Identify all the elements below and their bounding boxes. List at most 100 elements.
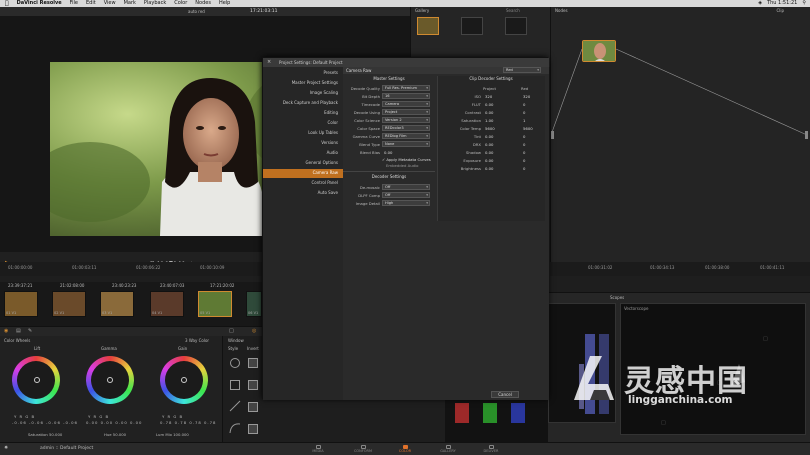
- saturation-value[interactable]: Saturation 50.000: [28, 432, 62, 437]
- clip-thumb-5[interactable]: 05 V1: [198, 291, 232, 317]
- decode-quality-select[interactable]: Full Res. Premium: [382, 85, 430, 91]
- menu-edit[interactable]: Edit: [82, 0, 100, 7]
- nav-audio[interactable]: Audio: [327, 150, 338, 155]
- clip-row-project-value[interactable]: 0.00: [485, 142, 493, 147]
- timeline-ruler-right[interactable]: 01:00:31:02 01:00:34:13 01:00:38:00 01:0…: [550, 262, 810, 276]
- bit-depth-select[interactable]: 16: [382, 93, 430, 99]
- dlpf-comp-select[interactable]: Off: [382, 192, 430, 198]
- lift-wheel-handle[interactable]: [34, 377, 40, 383]
- embedded-audio-checkbox[interactable]: Embedded Audio: [386, 163, 418, 168]
- polygon-window-icon[interactable]: [229, 400, 241, 412]
- clip-row-red-value[interactable]: 0: [523, 150, 525, 155]
- cancel-button[interactable]: Cancel: [491, 391, 519, 398]
- clip-row-project-value[interactable]: 5600: [485, 126, 495, 131]
- wifi-icon[interactable]: ◈: [758, 0, 762, 7]
- lift-values[interactable]: -0.06 -0.06 -0.06 -0.06: [12, 420, 78, 425]
- color-wheels-palette-icon[interactable]: ◉: [4, 328, 8, 334]
- clip-row-red-value[interactable]: 0: [523, 102, 525, 107]
- gamma-values[interactable]: 0.00 0.00 0.00 0.00: [86, 420, 142, 425]
- clip-row-red-value[interactable]: 320: [523, 94, 530, 99]
- gallery-still-3[interactable]: [505, 17, 527, 35]
- qualifier-palette-icon[interactable]: ✎: [28, 328, 32, 334]
- raw-profile-select[interactable]: Red: [503, 67, 541, 73]
- page-gallery[interactable]: GALLERY: [433, 445, 463, 455]
- clip-row-red-value[interactable]: 5600: [523, 126, 533, 131]
- curve-window-icon[interactable]: [229, 422, 241, 434]
- curves-palette-icon[interactable]: ▤: [16, 328, 21, 334]
- decode-using-select[interactable]: Project: [382, 109, 430, 115]
- clip-row-red-value[interactable]: 0: [523, 110, 525, 115]
- blend-type-select[interactable]: None: [382, 141, 430, 147]
- lum-mix-value[interactable]: Lum Mix 100.000: [156, 432, 189, 437]
- clip-row-project-value[interactable]: 0.00: [485, 158, 493, 163]
- clip-row-project-value[interactable]: 0.00: [485, 166, 493, 171]
- circle-window-icon[interactable]: [230, 358, 240, 368]
- nav-presets[interactable]: Presets: [323, 70, 338, 75]
- close-icon[interactable]: ×: [267, 58, 271, 67]
- nav-camera-raw[interactable]: Camera Raw: [313, 170, 338, 175]
- timeline-ruler[interactable]: 01:00:00:00 01:00:03:11 01:00:06:22 01:0…: [0, 262, 270, 276]
- menu-view[interactable]: View: [100, 0, 120, 7]
- clip-thumb-1[interactable]: 01 V1: [4, 291, 38, 317]
- menu-nodes[interactable]: Nodes: [191, 0, 215, 7]
- clip-row-red-value[interactable]: 1: [523, 118, 525, 123]
- linear-invert-toggle[interactable]: [248, 380, 258, 390]
- page-conform[interactable]: CONFORM: [348, 445, 378, 455]
- menu-mark[interactable]: Mark: [120, 0, 140, 7]
- clip-row-project-value[interactable]: 0.00: [485, 134, 493, 139]
- menu-app-name[interactable]: DaVinci Resolve: [13, 0, 66, 7]
- page-media[interactable]: MEDIA: [303, 445, 333, 455]
- nav-control-panel[interactable]: Control Panel: [311, 180, 338, 185]
- serial-node-01[interactable]: [582, 40, 616, 62]
- menu-help[interactable]: Help: [215, 0, 234, 7]
- tracker-palette-icon[interactable]: ◎: [252, 328, 256, 334]
- demosaic-select[interactable]: Off: [382, 184, 430, 190]
- page-color[interactable]: COLOR: [390, 445, 420, 455]
- apple-icon[interactable]: : [0, 0, 13, 7]
- menu-color[interactable]: Color: [170, 0, 191, 7]
- clip-thumb-2[interactable]: 02 V1: [52, 291, 86, 317]
- nav-deck-capture[interactable]: Deck Capture and Playback: [283, 100, 338, 105]
- image-detail-select[interactable]: High: [382, 200, 430, 206]
- gain-values[interactable]: 0.78 0.78 0.78 0.78: [160, 420, 216, 425]
- clip-thumb-3[interactable]: 03 V1: [100, 291, 134, 317]
- clip-row-red-value[interactable]: 0: [523, 142, 525, 147]
- gamma-curve-select[interactable]: REDlog Film: [382, 133, 430, 139]
- curve-invert-toggle[interactable]: [248, 424, 258, 434]
- apply-metadata-checkbox[interactable]: ✓ Apply Metadata Curves: [382, 157, 431, 162]
- clip-row-red-value[interactable]: 0: [523, 166, 525, 171]
- polygon-invert-toggle[interactable]: [248, 402, 258, 412]
- nav-look-up-tables[interactable]: Look Up Tables: [308, 130, 338, 135]
- page-deliver[interactable]: DELIVER: [476, 445, 506, 455]
- menu-playback[interactable]: Playback: [140, 0, 170, 7]
- clip-row-project-value[interactable]: 0.00: [485, 102, 493, 107]
- clip-row-project-value[interactable]: 0.00: [485, 110, 493, 115]
- menu-file[interactable]: File: [66, 0, 82, 7]
- menubar-clock[interactable]: Thu 1:51:21: [767, 0, 797, 7]
- clip-row-red-value[interactable]: 0: [523, 158, 525, 163]
- linear-window-icon[interactable]: [230, 380, 240, 390]
- wheels-mode-select[interactable]: 3 Way Color: [185, 338, 209, 343]
- nav-auto-save[interactable]: Auto Save: [318, 190, 338, 195]
- clip-row-red-value[interactable]: 0: [523, 134, 525, 139]
- gallery-still-1[interactable]: [417, 17, 439, 35]
- spotlight-icon[interactable]: ⚲: [802, 0, 806, 7]
- gallery-search[interactable]: Search: [506, 8, 520, 13]
- clip-row-project-value[interactable]: 320: [485, 94, 492, 99]
- gamma-wheel-handle[interactable]: [107, 377, 113, 383]
- window-palette-icon[interactable]: □: [229, 328, 234, 334]
- nav-editing[interactable]: Editing: [324, 110, 338, 115]
- circle-invert-toggle[interactable]: [248, 358, 258, 368]
- hue-value[interactable]: Hue 50.000: [104, 432, 126, 437]
- blend-bias-value[interactable]: 0.00: [384, 150, 392, 155]
- clip-thumb-4[interactable]: 04 V1: [150, 291, 184, 317]
- nav-versions[interactable]: Versions: [321, 140, 338, 145]
- clip-row-project-value[interactable]: 0.00: [485, 150, 493, 155]
- nav-master-project-settings[interactable]: Master Project Settings: [292, 80, 338, 85]
- nav-color[interactable]: Color: [328, 120, 338, 125]
- nav-image-scaling[interactable]: Image Scaling: [310, 90, 338, 95]
- clip-thumb-6[interactable]: 06 V1: [246, 291, 262, 317]
- gain-wheel-handle[interactable]: [181, 377, 187, 383]
- clip-row-project-value[interactable]: 1.00: [485, 118, 493, 123]
- color-space-select[interactable]: REDcolor3: [382, 125, 430, 131]
